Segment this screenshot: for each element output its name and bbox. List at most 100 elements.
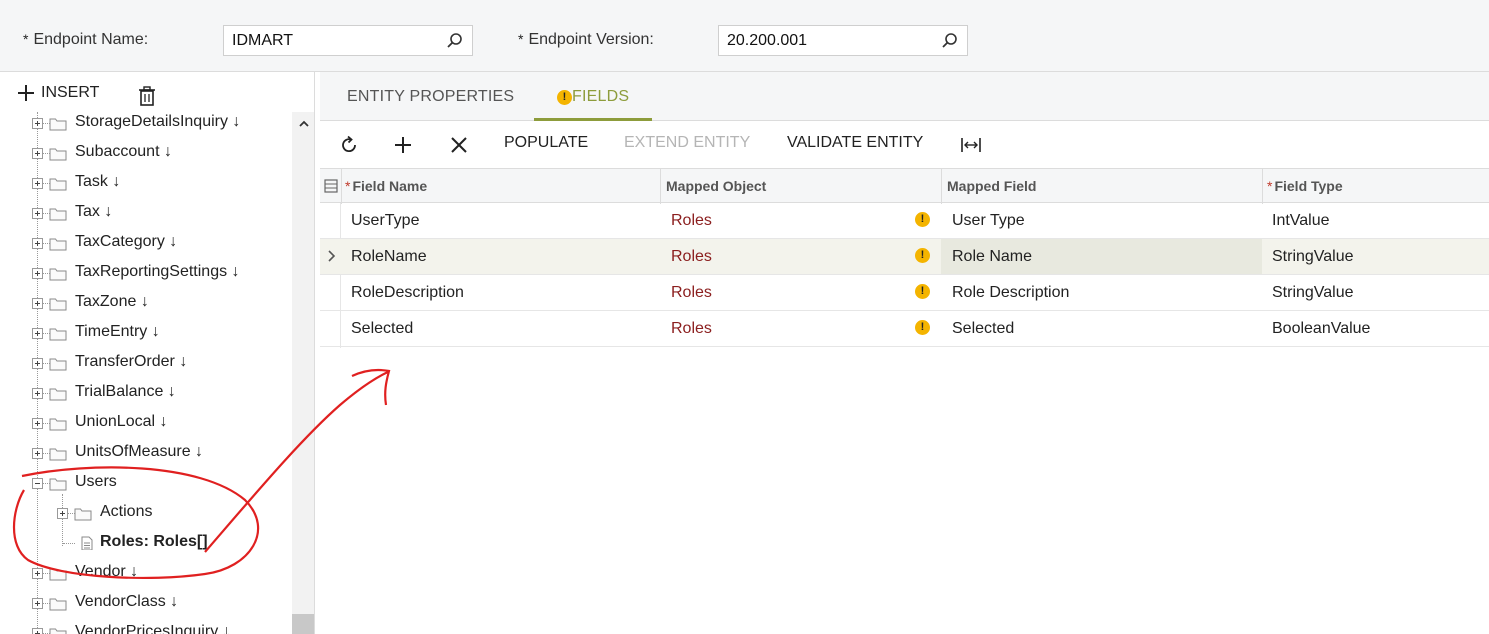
tree-node-label: TimeEntry ↓ bbox=[75, 323, 160, 340]
validate-entity-button[interactable]: VALIDATE ENTITY bbox=[787, 134, 923, 152]
table-row[interactable]: Selected Roles! Selected BooleanValue bbox=[320, 311, 1489, 347]
tree-node-vendor-prices-inquiry[interactable]: VendorPricesInquiry ↓ bbox=[0, 618, 290, 634]
tree-node-actions[interactable]: Actions bbox=[0, 498, 290, 528]
folder-icon bbox=[49, 388, 67, 401]
cell-field-type[interactable]: BooleanValue bbox=[1272, 320, 1370, 338]
expand-icon[interactable] bbox=[32, 148, 43, 159]
expand-icon[interactable] bbox=[32, 358, 43, 369]
cell-mapped-field[interactable]: User Type bbox=[952, 212, 1025, 230]
cell-mapped-field[interactable]: Selected bbox=[952, 320, 1014, 338]
tree-node-units-of-measure[interactable]: UnitsOfMeasure ↓ bbox=[0, 438, 290, 468]
collapse-icon[interactable] bbox=[32, 478, 43, 489]
tree-node-trial-balance[interactable]: TrialBalance ↓ bbox=[0, 378, 290, 408]
delete-row-icon[interactable] bbox=[448, 134, 470, 156]
insert-button[interactable]: INSERT bbox=[17, 84, 99, 102]
tree-scrollbar[interactable] bbox=[292, 112, 314, 634]
cell-mapped-object[interactable]: Roles bbox=[671, 248, 712, 266]
active-tab-indicator bbox=[534, 118, 652, 121]
expand-icon[interactable] bbox=[32, 238, 43, 249]
cell-mapped-field[interactable]: Role Description bbox=[952, 284, 1069, 302]
tree-node-time-entry[interactable]: TimeEntry ↓ bbox=[0, 318, 290, 348]
expand-icon[interactable] bbox=[32, 298, 43, 309]
entity-tree-panel: INSERT StorageDetailsInquiry ↓ Subaccount… bbox=[0, 72, 315, 634]
tree-node-storage-details-inquiry[interactable]: StorageDetailsInquiry ↓ bbox=[0, 112, 290, 138]
tree-node-tax-reporting-settings[interactable]: TaxReportingSettings ↓ bbox=[0, 258, 290, 288]
warning-icon: ! bbox=[915, 248, 930, 263]
tree-node-subaccount[interactable]: Subaccount ↓ bbox=[0, 138, 290, 168]
tree-node-label: VendorClass ↓ bbox=[75, 593, 179, 610]
folder-icon bbox=[49, 328, 67, 341]
refresh-icon[interactable] bbox=[338, 134, 360, 156]
expand-icon[interactable] bbox=[57, 508, 68, 519]
cell-field-type[interactable]: IntValue bbox=[1272, 212, 1330, 230]
expand-icon[interactable] bbox=[32, 418, 43, 429]
folder-icon bbox=[49, 598, 67, 611]
expand-icon[interactable] bbox=[32, 268, 43, 279]
cell-mapped-object[interactable]: Roles bbox=[671, 212, 712, 230]
grid-header: * Field Name Mapped Object Mapped Field *… bbox=[320, 168, 1489, 204]
column-header-field-type[interactable]: * Field Type bbox=[1267, 178, 1343, 194]
trash-icon[interactable] bbox=[137, 85, 157, 107]
column-separator bbox=[660, 169, 661, 204]
search-icon[interactable] bbox=[446, 32, 464, 50]
tree-node-tax-category[interactable]: TaxCategory ↓ bbox=[0, 228, 290, 258]
tab-fields[interactable]: ! FIELDS bbox=[557, 88, 629, 106]
entity-tree: StorageDetailsInquiry ↓ Subaccount ↓ Task … bbox=[0, 112, 292, 634]
scrollbar-thumb[interactable] bbox=[292, 614, 314, 634]
cell-mapped-object[interactable]: Roles bbox=[671, 284, 712, 302]
tree-node-label: UnionLocal ↓ bbox=[75, 413, 168, 430]
folder-icon bbox=[49, 418, 67, 431]
tree-node-tax-zone[interactable]: TaxZone ↓ bbox=[0, 288, 290, 318]
add-row-icon[interactable] bbox=[392, 134, 414, 156]
expand-icon[interactable] bbox=[32, 568, 43, 579]
column-config-icon[interactable] bbox=[324, 179, 338, 193]
table-row[interactable]: RoleDescription Roles! Role Description Str… bbox=[320, 275, 1489, 311]
cell-field-type[interactable]: StringValue bbox=[1272, 284, 1354, 302]
extend-entity-button[interactable]: EXTEND ENTITY bbox=[624, 134, 750, 152]
column-header-field-name[interactable]: * Field Name bbox=[345, 178, 427, 194]
endpoint-name-field[interactable]: IDMART bbox=[223, 25, 473, 56]
expand-icon[interactable] bbox=[32, 178, 43, 189]
tree-node-label: TaxZone ↓ bbox=[75, 293, 149, 310]
cell-field-type[interactable]: StringValue bbox=[1272, 248, 1354, 266]
populate-button[interactable]: POPULATE bbox=[504, 134, 588, 152]
expand-icon[interactable] bbox=[32, 118, 43, 129]
chevron-up-icon[interactable] bbox=[298, 118, 310, 130]
cell-field-name[interactable]: UserType bbox=[351, 212, 419, 230]
column-header-mapped-field[interactable]: Mapped Field bbox=[947, 178, 1036, 194]
cell-field-name[interactable]: Selected bbox=[351, 320, 413, 338]
tree-node-label: TaxReportingSettings ↓ bbox=[75, 263, 240, 280]
table-row[interactable]: RoleName Roles! Role Name StringValue bbox=[320, 239, 1489, 275]
chevron-right-icon bbox=[328, 250, 336, 262]
tree-node-vendor-class[interactable]: VendorClass ↓ bbox=[0, 588, 290, 618]
cell-mapped-object[interactable]: Roles bbox=[671, 320, 712, 338]
tree-node-label: Subaccount ↓ bbox=[75, 143, 172, 160]
tree-node-task[interactable]: Task ↓ bbox=[0, 168, 290, 198]
expand-icon[interactable] bbox=[32, 208, 43, 219]
cell-field-name[interactable]: RoleName bbox=[351, 248, 427, 266]
tree-node-label: Task ↓ bbox=[75, 173, 121, 190]
expand-icon[interactable] bbox=[32, 388, 43, 399]
folder-icon bbox=[49, 568, 67, 581]
cell-mapped-field[interactable]: Role Name bbox=[952, 248, 1032, 266]
folder-icon bbox=[74, 508, 92, 521]
table-row[interactable]: UserType Roles! User Type IntValue bbox=[320, 203, 1489, 239]
expand-icon[interactable] bbox=[32, 628, 43, 634]
expand-icon[interactable] bbox=[32, 448, 43, 459]
tree-node-transfer-order[interactable]: TransferOrder ↓ bbox=[0, 348, 290, 378]
tree-node-roles[interactable]: Roles: Roles[] bbox=[0, 528, 290, 558]
tree-node-users[interactable]: Users bbox=[0, 468, 290, 498]
column-header-mapped-object[interactable]: Mapped Object bbox=[666, 178, 766, 194]
expand-icon[interactable] bbox=[32, 598, 43, 609]
tab-bar: ENTITY PROPERTIES ! FIELDS bbox=[320, 72, 1489, 121]
cell-field-name[interactable]: RoleDescription bbox=[351, 284, 464, 302]
search-icon[interactable] bbox=[941, 32, 959, 50]
tree-node-label: TaxCategory ↓ bbox=[75, 233, 178, 250]
endpoint-version-field[interactable]: 20.200.001 bbox=[718, 25, 968, 56]
tab-entity-properties[interactable]: ENTITY PROPERTIES bbox=[347, 88, 514, 106]
tree-node-tax[interactable]: Tax ↓ bbox=[0, 198, 290, 228]
fit-columns-icon[interactable] bbox=[960, 134, 982, 156]
expand-icon[interactable] bbox=[32, 328, 43, 339]
tree-node-union-local[interactable]: UnionLocal ↓ bbox=[0, 408, 290, 438]
tree-node-vendor[interactable]: Vendor ↓ bbox=[0, 558, 290, 588]
